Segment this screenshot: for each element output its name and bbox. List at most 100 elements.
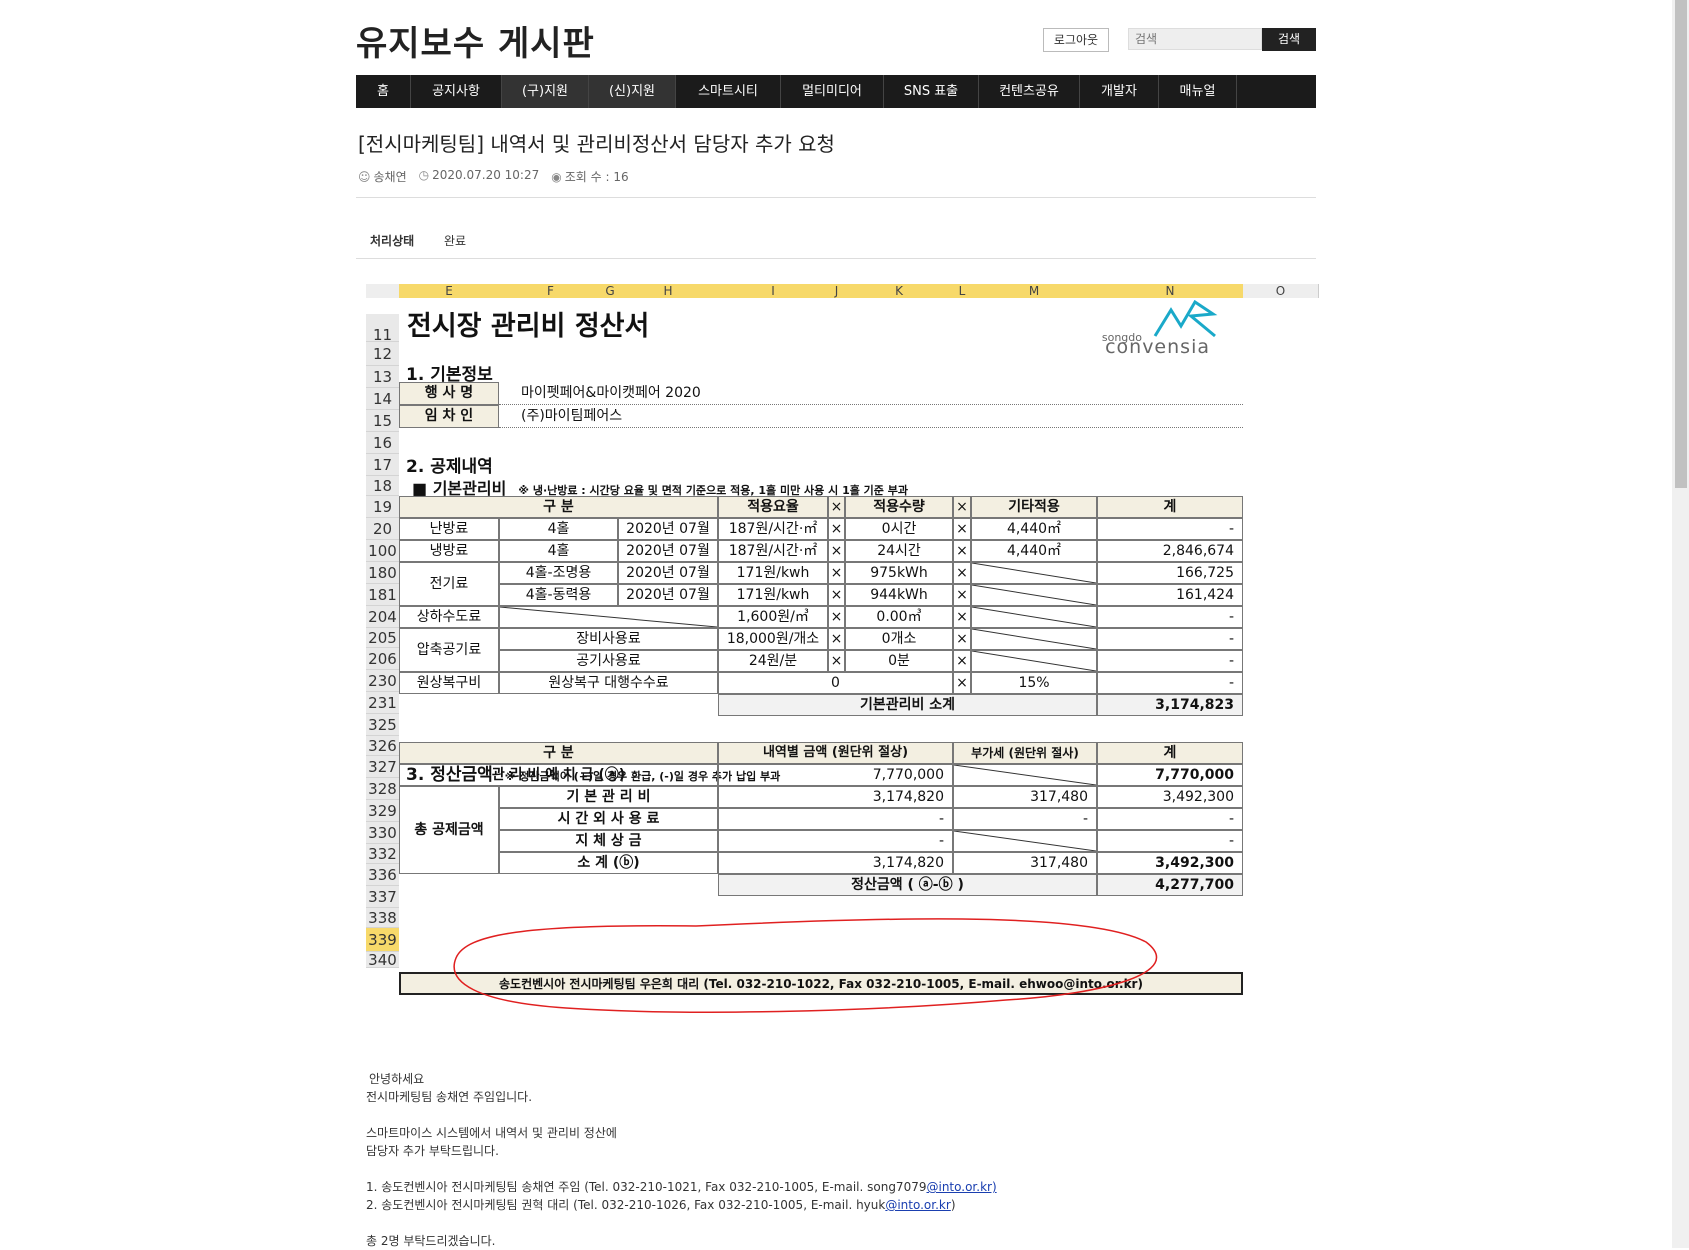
row-x: × [953,606,971,628]
email-link[interactable]: @into.or.kr) [926,1180,996,1194]
diagonal-line [954,765,1096,785]
diagonal-line [972,607,1096,627]
deduct-total: 3,492,300 [1097,786,1243,808]
deduct-vat: - [953,808,1097,830]
row-header: 181 [366,584,399,606]
row-rate: 0 [718,672,953,694]
diagonal-line [972,585,1096,605]
deduct-amt: - [718,830,953,852]
row-x: × [953,518,971,540]
post-body: 안녕하세요 전시마케팅팀 송채연 주임입니다. 스마트마이스 시스템에서 내역서… [366,1070,997,1250]
th-total: 계 [1097,496,1243,518]
row-month: 2020년 07월 [618,562,718,584]
row-month: 2020년 07월 [618,584,718,606]
row-etc: 4,440㎡ [971,518,1097,540]
author: ☺ 송채연 [358,168,407,185]
col-header: L [953,284,972,298]
row-header: 18 [366,476,399,496]
row-rate: 18,000원/개소 [718,628,828,650]
status-value: 완료 [444,234,467,248]
diagonal-line [972,651,1096,671]
renter-label: 임 차 인 [399,405,499,428]
nav-item-smartcity[interactable]: 스마트시티 [676,75,781,108]
row-rate: 171원/kwh [718,584,828,606]
deduct-item: 시 간 외 사 용 료 [499,808,718,830]
deduct-total: 3,492,300 [1097,852,1243,874]
row-header: 19 [366,496,399,518]
row-header: 325 [366,714,399,736]
site-title[interactable]: 유지보수 게시판 [356,16,595,65]
diagonal-line [972,629,1096,649]
settle-label: 정산금액 ( ⓐ-ⓑ ) [718,874,1097,896]
row-header: 12 [366,342,399,366]
row-total: - [1097,650,1243,672]
divider [356,197,1316,198]
nav-item-home[interactable]: 홈 [356,75,411,108]
email-link[interactable]: @into.or.kr [885,1198,950,1212]
row-qty: 24시간 [845,540,953,562]
row-etc: 4,440㎡ [971,540,1097,562]
row-header: 205 [366,628,399,648]
deduct-vat: 317,480 [953,852,1097,874]
row-x: × [953,584,971,606]
author-name: 송채연 [373,170,407,184]
th-x: × [828,496,845,518]
col-header: J [828,284,846,298]
body-text: ) [950,1198,956,1212]
col-header: K [845,284,954,298]
scrollbar[interactable] [1672,0,1689,1248]
nav-item-multimedia[interactable]: 멀티미디어 [781,75,884,108]
nav-item-manual[interactable]: 매뉴얼 [1159,75,1237,108]
nav-item-new-support[interactable]: (신)지원 [589,75,676,108]
deposit-total: 7,770,000 [1097,764,1243,786]
row-month: 2020년 07월 [618,518,718,540]
views: ◉ 조회 수 : 16 [551,168,628,185]
search-input[interactable] [1128,28,1262,50]
row-etc: 15% [971,672,1097,694]
nav-item-sns[interactable]: SNS 표출 [884,75,979,108]
row-header: 326 [366,736,399,756]
row-qty: 0시간 [845,518,953,540]
body-text: 1. 송도컨벤시아 전시마케팅팀 송채연 주임 (Tel. 032-210-10… [366,1180,927,1194]
row-header: 180 [366,562,399,584]
col-header: E [399,284,500,298]
eye-icon: ◉ [551,170,562,184]
row-total: - [1097,628,1243,650]
logout-button[interactable]: 로그아웃 [1043,28,1109,52]
row-label: 냉방료 [399,540,499,562]
row-x: × [828,628,845,650]
row-item: 공기사용료 [499,650,718,672]
row-x: × [828,650,845,672]
row-x: × [953,672,971,694]
col-header: O [1243,284,1319,298]
row-header: 15 [366,410,399,432]
row-header: 100 [366,540,399,562]
col-header: I [718,284,829,298]
scrollbar-thumb[interactable] [1675,0,1687,488]
row-header: 330 [366,822,399,844]
row-total: - [1097,672,1243,694]
row-header: 13 [366,366,399,388]
total-deduct-label: 총 공제금액 [399,786,499,874]
logo-mark [1153,300,1218,338]
row-header: 11 [366,314,399,344]
nav-item-contents[interactable]: 컨텐츠공유 [979,75,1080,108]
post-title: [전시마케팅팀] 내역서 및 관리비정산서 담당자 추가 요청 [358,132,835,156]
nav-item-developer[interactable]: 개발자 [1080,75,1159,108]
nav-item-notice[interactable]: 공지사항 [411,75,502,108]
row-header: 338 [366,908,399,928]
col-header: H [618,284,719,298]
row-header: 339 [366,928,399,952]
nav-item-old-support[interactable]: (구)지원 [502,75,589,108]
deposit-amt: 7,770,000 [718,764,953,786]
row-rate: 171원/kwh [718,562,828,584]
body-line: 2. 송도컨벤시아 전시마케팅팀 권혁 대리 (Tel. 032-210-102… [366,1196,997,1214]
settle-total: 4,277,700 [1097,874,1243,896]
row-total: 166,725 [1097,562,1243,584]
user-icon: ☺ [358,170,371,184]
deduct-amt: - [718,808,953,830]
search-button[interactable]: 검색 [1262,28,1316,51]
row-qty: 0개소 [845,628,953,650]
body-line: 총 2명 부탁드리겠습니다. [366,1234,496,1248]
row-x: × [953,562,971,584]
